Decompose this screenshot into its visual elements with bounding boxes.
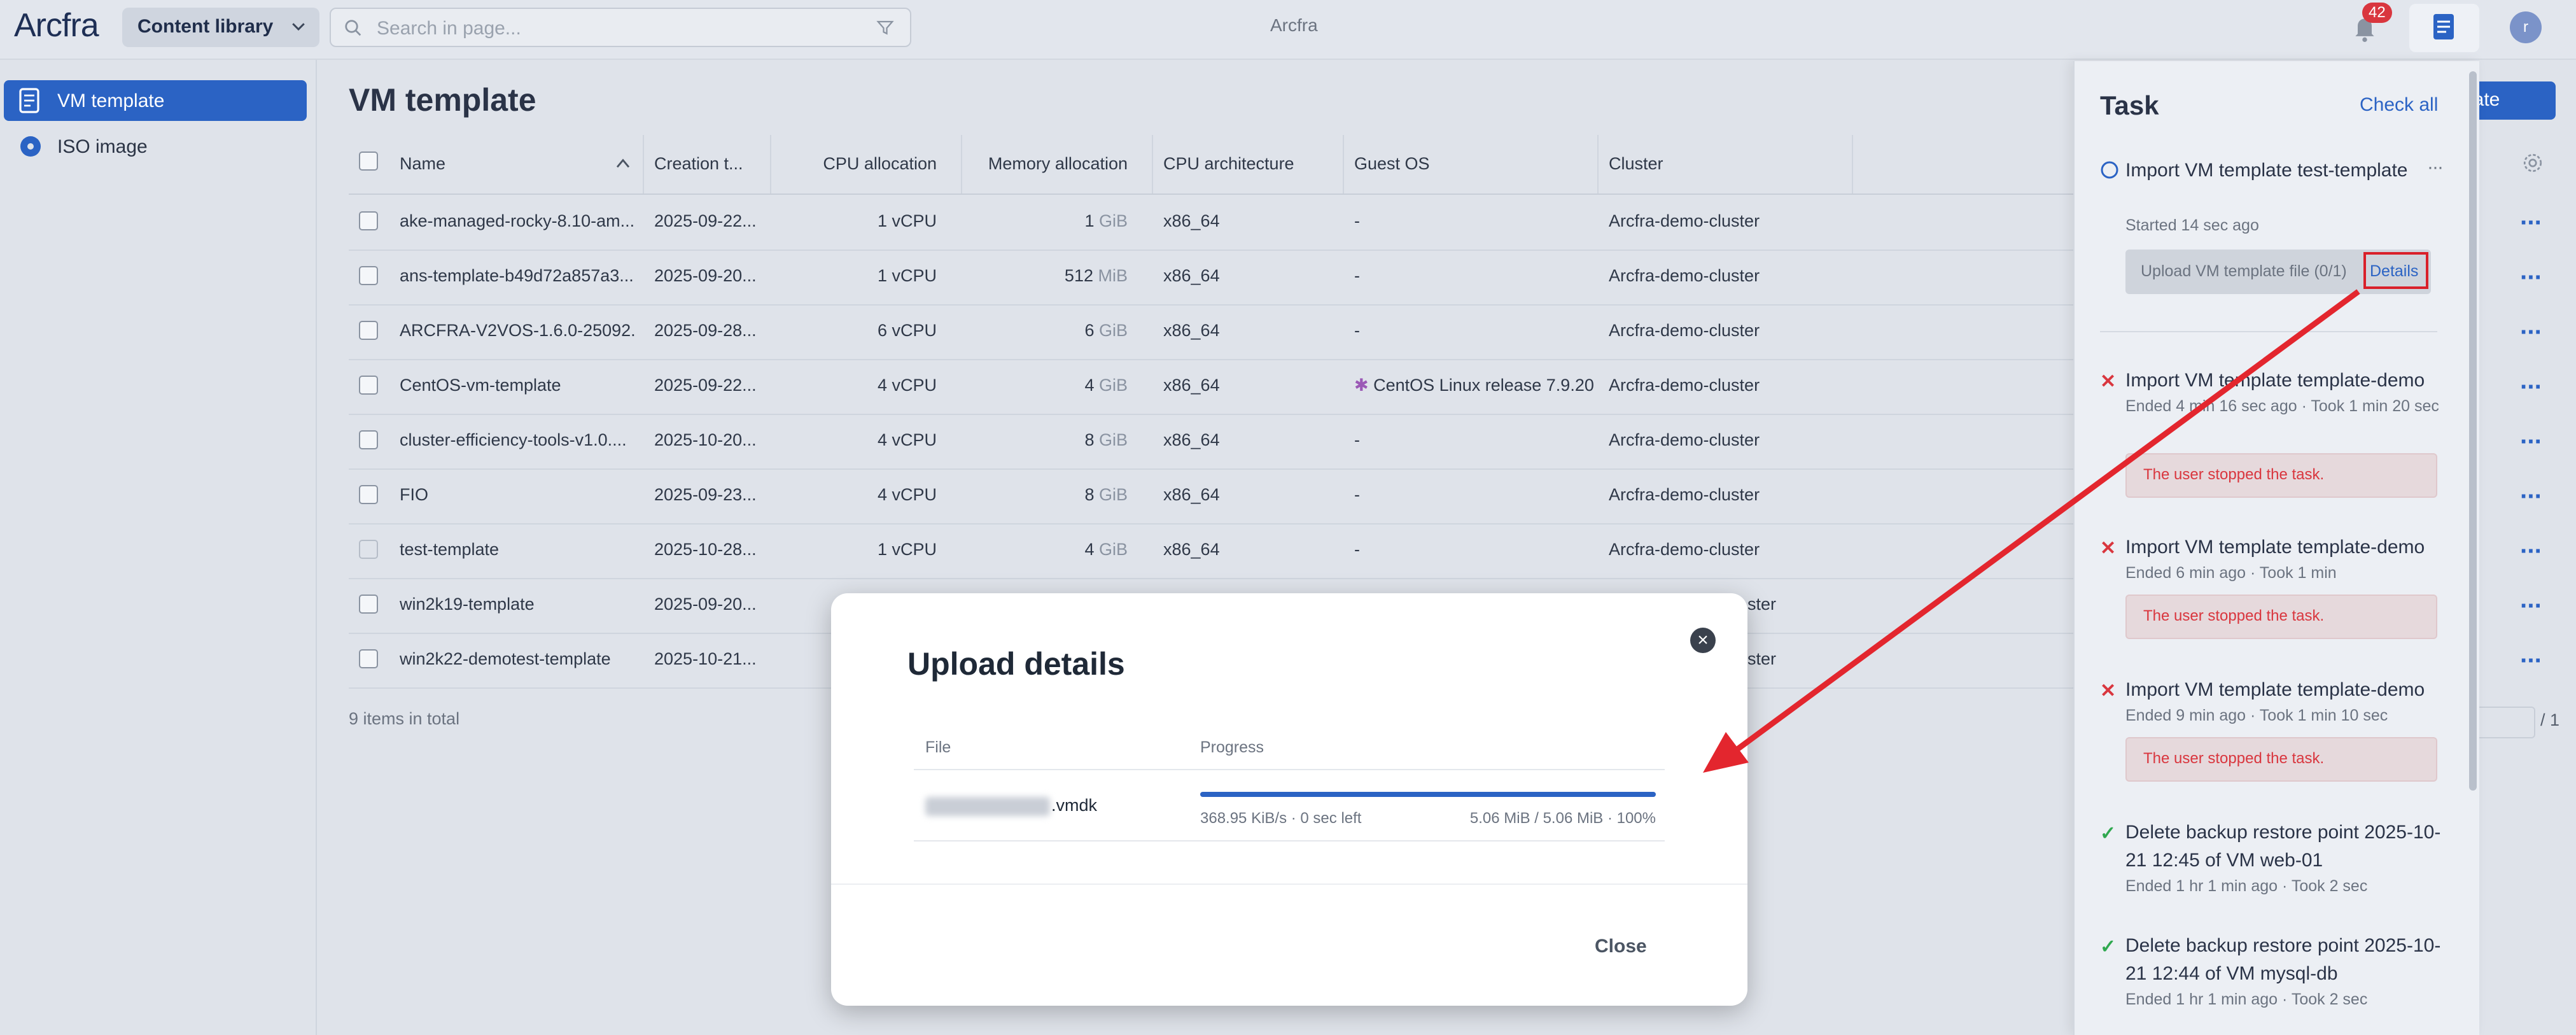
- annotation-arrow: [1703, 289, 2360, 773]
- arrow-shaft: [1728, 289, 2360, 757]
- arrow-head: [1703, 732, 1749, 773]
